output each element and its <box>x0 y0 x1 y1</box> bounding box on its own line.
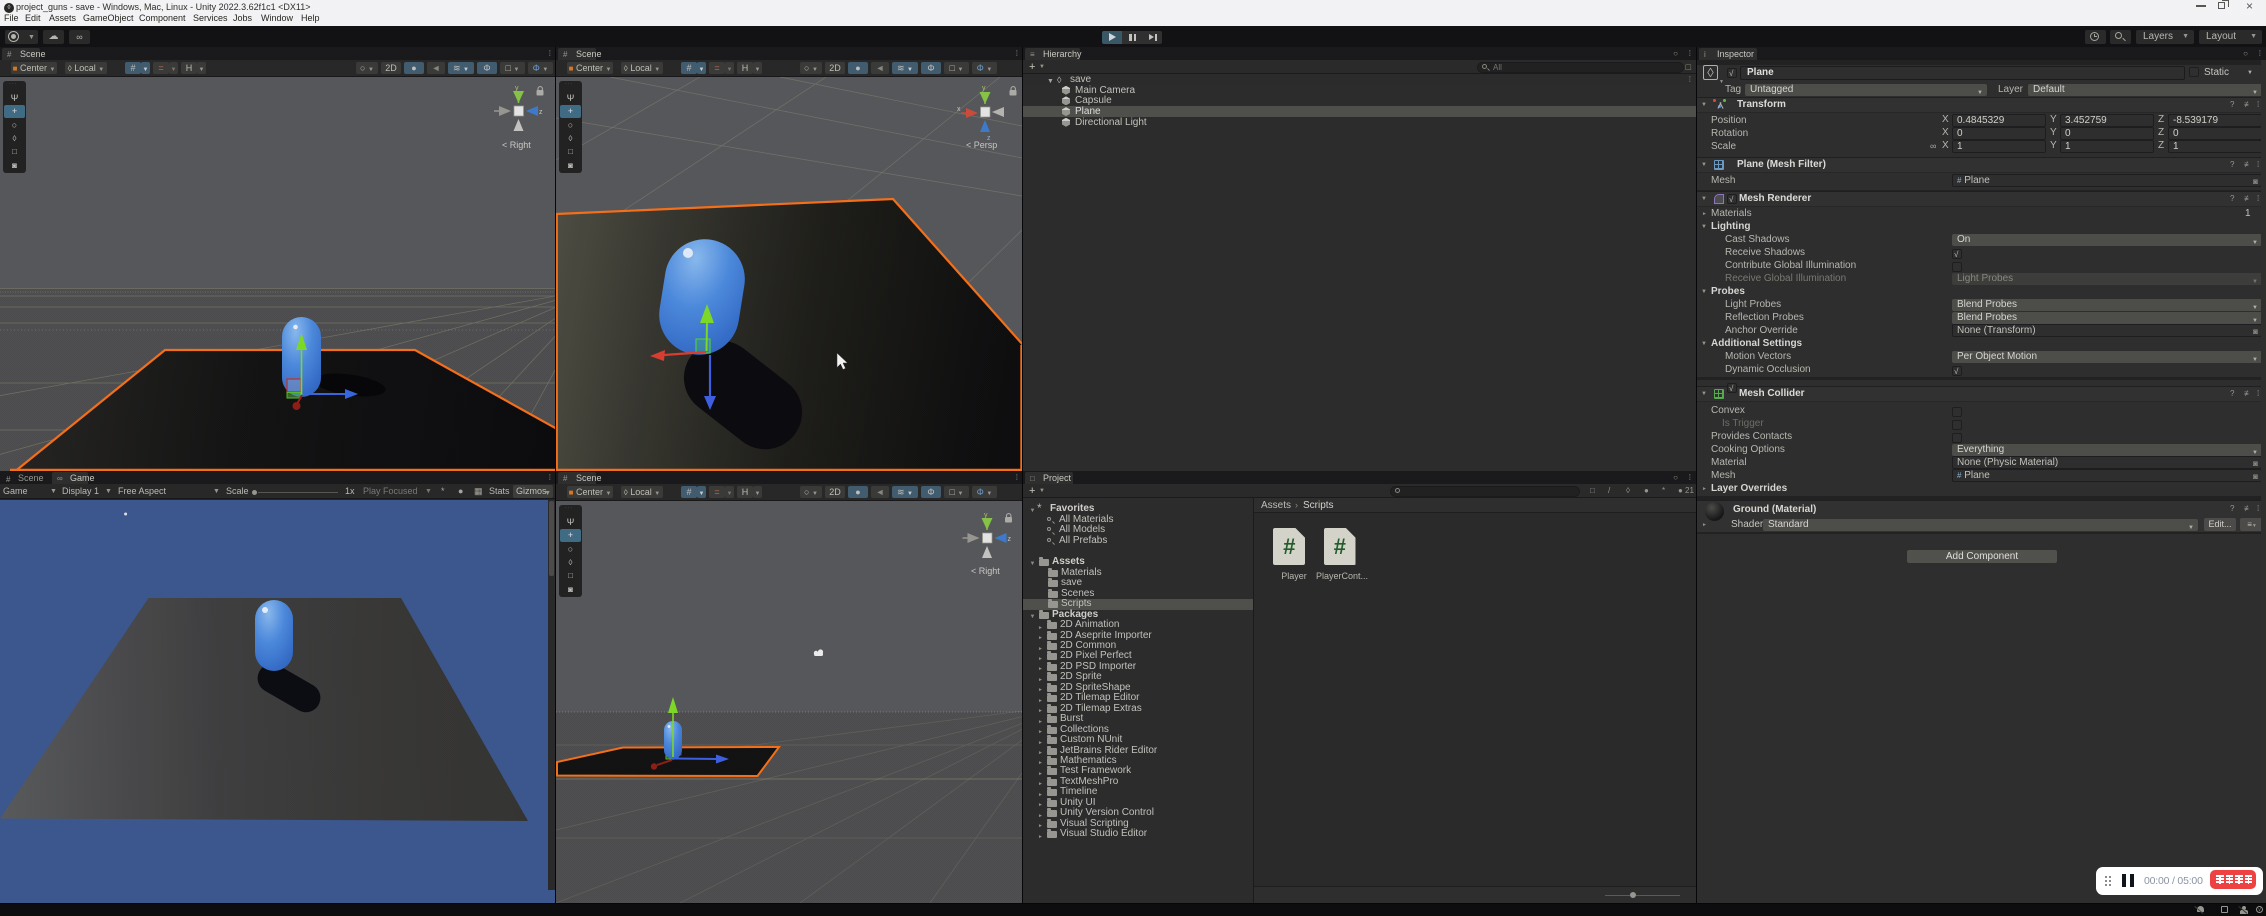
svg-text:y: y <box>515 85 519 92</box>
svg-text:z: z <box>1008 536 1012 543</box>
svg-text:x: x <box>957 106 961 113</box>
svg-text:y: y <box>982 85 986 92</box>
svg-text:< Right: < Right <box>971 566 1000 576</box>
svg-text:< Persp: < Persp <box>966 140 997 150</box>
svg-text:y: y <box>984 512 988 519</box>
svg-text:z: z <box>539 109 543 116</box>
svg-text:< Right: < Right <box>502 140 531 150</box>
